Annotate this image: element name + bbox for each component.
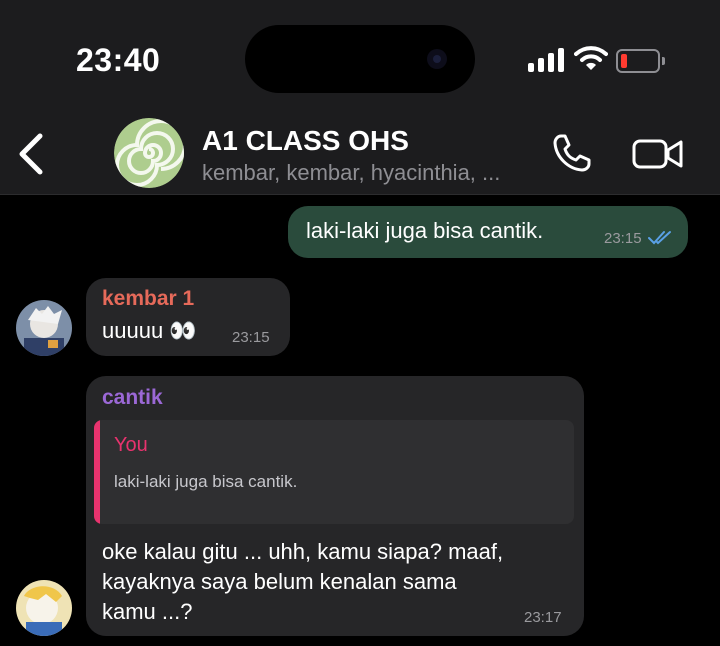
reply-author: You — [114, 434, 148, 456]
dynamic-island — [245, 25, 475, 93]
message-time: 23:17 — [524, 609, 562, 626]
video-camera-icon[interactable] — [632, 136, 684, 172]
cellular-signal-icon — [528, 46, 566, 72]
chat-members[interactable]: kembar, kembar, hyacinthia, ... — [202, 160, 500, 186]
message-text-line: kamu ...? — [102, 599, 193, 624]
incoming-message[interactable]: kembar 1 uuuuu 👀 23:15 — [86, 278, 290, 356]
message-time: 23:15 — [232, 329, 270, 346]
message-text-line: kayaknya saya belum kenalan sama — [102, 569, 457, 594]
message-text: uuuuu 👀 — [102, 318, 197, 343]
status-time: 23:40 — [76, 42, 161, 78]
chat-title[interactable]: A1 CLASS OHS — [202, 125, 409, 157]
message-text: laki-laki juga bisa cantik. — [306, 218, 544, 243]
reply-accent-bar — [94, 420, 100, 524]
back-chevron-icon[interactable] — [14, 132, 50, 176]
battery-icon — [616, 49, 665, 73]
message-sender: kembar 1 — [102, 287, 195, 310]
phone-icon[interactable] — [551, 132, 593, 174]
group-avatar[interactable] — [114, 118, 184, 188]
outgoing-message[interactable]: laki-laki juga bisa cantik. 23:15 — [288, 206, 688, 258]
message-sender: cantik — [102, 386, 163, 409]
message-text-line: oke kalau gitu ... uhh, kamu siapa? maaf… — [102, 539, 504, 564]
message-time: 23:15 — [604, 230, 642, 247]
incoming-message-with-reply[interactable]: cantik You laki-laki juga bisa cantik. o… — [86, 376, 584, 636]
sender-avatar[interactable] — [16, 300, 72, 356]
wifi-icon — [574, 46, 608, 70]
reply-text: laki-laki juga bisa cantik. — [114, 472, 298, 491]
sender-avatar[interactable] — [16, 580, 72, 636]
quoted-reply[interactable]: You laki-laki juga bisa cantik. — [94, 420, 574, 524]
read-receipt-icon — [648, 231, 671, 245]
